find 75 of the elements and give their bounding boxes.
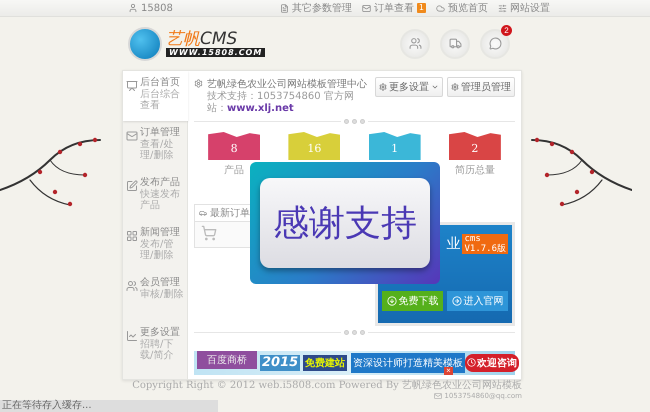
top-link[interactable]: 订单查看 1	[362, 1, 426, 15]
menu-title: 后台首页	[140, 77, 181, 88]
stat-card: 8	[208, 132, 260, 160]
quick-button[interactable]	[400, 28, 430, 58]
sidebar-item[interactable]: 后台首页 后台综合查看	[123, 71, 188, 121]
settings-icon	[194, 79, 203, 88]
top-link[interactable]: 预览首页	[436, 1, 488, 15]
sidebar-item[interactable]: 会员管理 审核/删除	[123, 271, 187, 321]
sidebar-item[interactable]: 发布产品 快速发布产品	[123, 171, 187, 221]
website-link[interactable]: www.xlj.net	[227, 103, 294, 114]
page-title: 艺帆绿色农业公司网站模板管理中心	[207, 78, 368, 90]
mail-icon	[434, 392, 442, 400]
logo-icon	[128, 26, 162, 60]
stat-card: 1	[368, 132, 421, 160]
caret-icon	[431, 83, 439, 91]
download-icon	[386, 296, 396, 306]
sidebar-item[interactable]: 订单管理 查看/处理/删除	[123, 121, 187, 171]
download-button[interactable]: 免费下载	[382, 290, 443, 311]
top-link[interactable]: 网站设置	[498, 1, 550, 15]
menu-subtitle: 后台综合查看	[140, 89, 181, 111]
menu-subtitle: 查看/处理/删除	[140, 139, 174, 161]
sidebar-item[interactable]: 更多设置 招聘/下载/简介	[123, 321, 187, 371]
user-icon	[128, 3, 138, 13]
clock-icon	[467, 358, 476, 368]
menu-subtitle: 审核/删除	[140, 289, 184, 300]
consult-link[interactable]: 欢迎咨询	[465, 354, 520, 372]
menu-title: 会员管理	[140, 277, 181, 288]
panel-title: 最新订单	[210, 206, 250, 220]
menu-subtitle: 快速发布产品	[140, 189, 181, 211]
divider-dot	[344, 119, 349, 124]
stat-label: 简历总量	[454, 164, 495, 177]
divider-dot	[352, 119, 357, 124]
notification-badge: 2	[501, 24, 512, 36]
cart-icon	[201, 224, 217, 241]
stat-label: 产品	[224, 164, 244, 177]
badge-version: V1.7.6版	[464, 244, 506, 254]
menu-title: 订单管理	[140, 127, 181, 138]
copyright-text: Copyright Right © 2012 web.i5808.com Powered By 艺帆绿色农业公司网站模板	[132, 381, 522, 391]
close-button[interactable]: ×	[444, 367, 453, 375]
popup-button[interactable]: 感谢支持	[260, 178, 430, 268]
menu-subtitle: 发布/管理/删除	[140, 239, 174, 261]
menu-subtitle: 招聘/下载/简介	[140, 339, 174, 361]
website-button[interactable]: 进入官网	[447, 290, 508, 311]
logo-text: 艺帆CMS	[166, 30, 238, 48]
divider-dot	[352, 330, 357, 335]
menu-title: 更多设置	[140, 327, 181, 338]
car-icon	[199, 208, 207, 217]
chat-icon	[488, 37, 502, 50]
support-text: 技术支持：1053754860 官方网站：www.xlj.net	[207, 91, 355, 115]
admin-button[interactable]: 管理员管理	[447, 77, 515, 97]
popup-text: 感谢支持	[273, 202, 417, 246]
banner-slogan: 免费建站	[303, 354, 348, 371]
banner-year: 2015	[260, 354, 300, 371]
stat-card: 16	[288, 132, 340, 160]
gear-icon	[379, 83, 387, 91]
banner-tab[interactable]: 百度商桥	[197, 350, 257, 369]
quick-button[interactable]	[440, 28, 470, 58]
users-icon	[408, 37, 422, 50]
logo-url: WWW.15808.COM	[166, 48, 266, 57]
divider-dot	[360, 330, 365, 335]
gear-icon	[451, 83, 459, 91]
username: 15808	[141, 2, 173, 14]
stat-card: 2	[448, 132, 501, 160]
more-settings-button[interactable]: 更多设置	[375, 77, 443, 97]
top-link[interactable]: 其它参数管理	[280, 1, 352, 15]
sidebar-item[interactable]: 新闻管理 发布/管理/删除	[123, 221, 187, 271]
divider-dot	[360, 119, 365, 124]
divider-dot	[344, 330, 349, 335]
status-bar: 正在等待存入缓存...	[0, 400, 218, 412]
count-badge: 1	[416, 3, 426, 13]
badge-name: cms	[464, 234, 482, 244]
truck-icon	[448, 37, 462, 50]
menu-title: 发布产品	[140, 177, 181, 188]
promo-title: 业	[446, 234, 460, 253]
menu-title: 新闻管理	[140, 227, 181, 239]
